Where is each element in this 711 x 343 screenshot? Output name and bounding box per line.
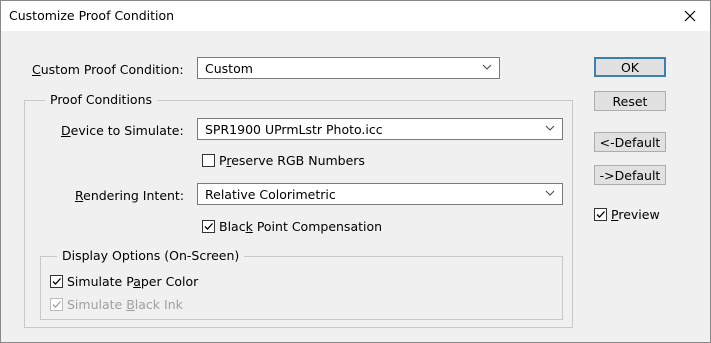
rendering-intent-select[interactable]: Relative Colorimetric [197,183,563,205]
simulate-black-ink-label: Simulate Black Ink [67,297,183,312]
simulate-paper-color-label: Simulate Paper Color [67,274,199,289]
checkmark-icon [204,223,213,230]
chevron-down-icon [545,125,555,131]
checkbox-box [594,208,607,221]
chevron-down-icon [545,190,555,196]
checkbox-box [50,275,63,288]
device-to-simulate-label: Device to Simulate: [61,123,184,138]
display-options-group-title: Display Options (On-Screen) [57,248,245,263]
checkmark-icon [596,211,605,218]
checkbox-box [202,220,215,233]
custom-proof-condition-select[interactable]: Custom [197,57,500,79]
simulate-black-ink-checkbox[interactable]: Simulate Black Ink [50,297,183,312]
custom-proof-condition-label: Custom Proof Condition: [32,62,184,77]
checkmark-icon [52,278,61,285]
device-to-simulate-value: SPR1900 UPrmLstr Photo.icc [205,122,383,137]
device-to-simulate-select[interactable]: SPR1900 UPrmLstr Photo.icc [197,118,563,140]
checkbox-box [50,298,63,311]
rendering-intent-label: Rendering Intent: [75,188,185,203]
preview-label: Preview [611,207,660,222]
checkbox-box [202,154,215,167]
simulate-paper-color-checkbox[interactable]: Simulate Paper Color [50,274,198,289]
custom-proof-condition-value: Custom [205,61,253,76]
customize-proof-condition-dialog: Customize Proof Condition Custom Proof C… [0,0,711,343]
reset-button[interactable]: Reset [594,91,666,111]
preview-checkbox[interactable]: Preview [594,207,660,222]
preserve-rgb-numbers-checkbox[interactable]: Preserve RGB Numbers [202,153,365,168]
black-point-compensation-label: Black Point Compensation [219,219,383,234]
ok-button[interactable]: OK [594,57,666,77]
close-button[interactable] [670,1,710,31]
title-bar: Customize Proof Condition [1,1,710,31]
dialog-title: Customize Proof Condition [9,8,175,23]
chevron-down-icon [482,64,492,70]
black-point-compensation-checkbox[interactable]: Black Point Compensation [202,219,382,234]
proof-conditions-group-title: Proof Conditions [45,92,158,107]
close-icon [684,10,696,22]
checkmark-icon [52,301,61,308]
preserve-rgb-numbers-label: Preserve RGB Numbers [219,153,365,168]
load-default-button[interactable]: <-Default [594,132,666,152]
save-default-button[interactable]: ->Default [594,165,666,185]
rendering-intent-value: Relative Colorimetric [205,187,336,202]
